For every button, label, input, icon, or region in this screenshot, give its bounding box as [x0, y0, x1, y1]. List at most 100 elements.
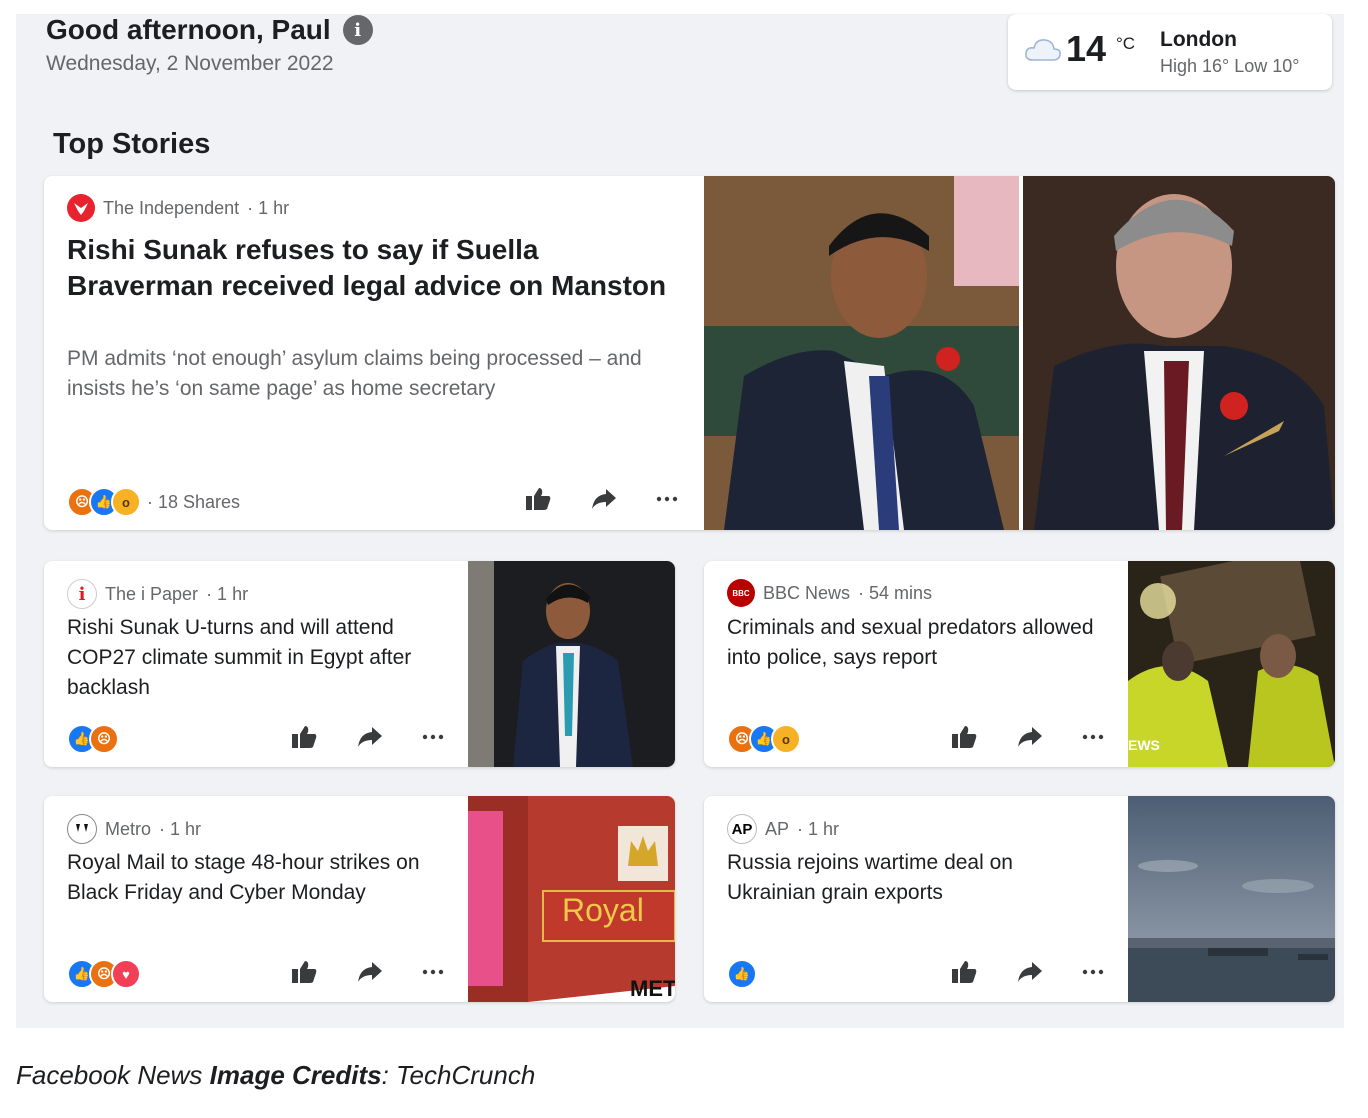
caption-suffix: : TechCrunch [381, 1060, 536, 1090]
story-actions [950, 959, 1104, 985]
story-source: BBC BBC News · 54 mins [727, 579, 932, 607]
story-time: · 1 hr [247, 197, 290, 218]
more-options-button[interactable] [1082, 968, 1104, 976]
share-arrow-icon [592, 489, 616, 509]
story-source: i The i Paper · 1 hr [67, 579, 248, 609]
reaction-summary[interactable]: 👍 ☹ ♥ [67, 959, 141, 989]
share-arrow-icon [358, 727, 382, 747]
ellipsis-icon [422, 734, 444, 740]
story-actions [950, 724, 1104, 750]
story-image[interactable] [704, 176, 1335, 530]
story-card-featured[interactable]: The Independent · 1 hr Rishi Sunak refus… [44, 176, 1335, 530]
weather-city: London [1160, 28, 1237, 51]
share-button[interactable] [590, 487, 618, 511]
source-name[interactable]: The Independent [103, 198, 239, 219]
story-headline[interactable]: Russia rejoins wartime deal on Ukrainian… [727, 848, 1107, 908]
image-caption: Facebook News Image Credits: TechCrunch [16, 1060, 535, 1091]
share-count[interactable]: · 18 Shares [147, 492, 240, 513]
news-panel: Good afternoon, Paul i Wednesday, 2 Nove… [16, 14, 1344, 1028]
love-reaction-icon: ♥ [111, 959, 141, 989]
cloud-icon [1025, 39, 1061, 61]
reaction-summary[interactable]: ☹ 👍 o [727, 724, 801, 754]
source-name[interactable]: The i Paper [105, 584, 198, 605]
story-image[interactable] [468, 561, 675, 767]
more-options-button[interactable] [422, 733, 444, 741]
like-button[interactable] [290, 959, 318, 985]
story-card[interactable]: BBC BBC News · 54 mins Criminals and sex… [704, 561, 1335, 767]
reaction-summary[interactable]: 👍 ☹ [67, 724, 119, 754]
story-actions [290, 959, 444, 985]
thumbs-up-icon [292, 961, 317, 983]
thumbs-up-icon [952, 726, 977, 748]
story-time: · 54 mins [858, 582, 933, 603]
story-headline[interactable]: Royal Mail to stage 48-hour strikes on B… [67, 848, 447, 908]
image-overlay-text: EWS [1128, 737, 1160, 753]
like-button[interactable] [950, 724, 978, 750]
story-source: Metro · 1 hr [67, 814, 201, 844]
bbc-logo: BBC [727, 579, 755, 607]
weather-widget[interactable]: 14 °C London High 16° Low 10° [1008, 14, 1332, 90]
share-button[interactable] [1016, 960, 1044, 984]
image-overlay-text: Royal [562, 892, 644, 928]
reaction-summary[interactable]: ☹ 👍 o · 18 Shares [67, 487, 240, 517]
image-overlay-text-2: MET [630, 976, 675, 1001]
wow-reaction-icon: o [111, 487, 141, 517]
source-name[interactable]: Metro [105, 819, 151, 840]
story-source: AP AP · 1 hr [727, 814, 839, 844]
greeting-row: Good afternoon, Paul i [46, 14, 373, 46]
source-name[interactable]: AP [765, 819, 789, 840]
thumbs-up-icon [952, 961, 977, 983]
thumbs-up-icon [292, 726, 317, 748]
story-headline[interactable]: Rishi Sunak U-turns and will attend COP2… [67, 613, 447, 703]
story-headline[interactable]: Rishi Sunak refuses to say if Suella Bra… [67, 232, 667, 304]
like-button[interactable] [524, 486, 552, 512]
story-card[interactable]: i The i Paper · 1 hr Rishi Sunak U-turns… [44, 561, 675, 767]
like-button[interactable] [950, 959, 978, 985]
section-title: Top Stories [53, 128, 211, 160]
ellipsis-icon [422, 969, 444, 975]
temperature-value: 14 [1066, 28, 1107, 69]
story-actions [290, 724, 444, 750]
wow-reaction-icon: o [771, 724, 801, 754]
current-date: Wednesday, 2 November 2022 [46, 52, 334, 75]
angry-reaction-icon: ☹ [89, 724, 119, 754]
story-image[interactable] [1128, 796, 1335, 1002]
ellipsis-icon [656, 496, 678, 502]
caption-prefix: Facebook News [16, 1060, 210, 1090]
story-time: · 1 hr [797, 818, 840, 839]
reaction-summary[interactable]: 👍 [727, 959, 757, 989]
story-source: The Independent · 1 hr [67, 194, 289, 222]
like-button[interactable] [290, 724, 318, 750]
story-card[interactable]: AP AP · 1 hr Russia rejoins wartime deal… [704, 796, 1335, 1002]
ellipsis-icon [1082, 734, 1104, 740]
share-arrow-icon [358, 962, 382, 982]
ellipsis-icon [1082, 969, 1104, 975]
ap-logo: AP [727, 814, 757, 844]
metro-logo [67, 814, 97, 844]
story-card[interactable]: Metro · 1 hr Royal Mail to stage 48-hour… [44, 796, 675, 1002]
story-image[interactable]: Royal MET [468, 796, 675, 1002]
like-reaction-icon: 👍 [727, 959, 757, 989]
temperature-unit: °C [1116, 34, 1136, 53]
thumbs-up-icon [526, 488, 551, 510]
share-button[interactable] [1016, 725, 1044, 749]
greeting-text: Good afternoon, Paul [46, 14, 331, 45]
more-options-button[interactable] [422, 968, 444, 976]
story-time: · 1 hr [206, 583, 249, 604]
info-icon[interactable]: i [342, 15, 373, 45]
weather-high-low: High 16° Low 10° [1160, 56, 1300, 76]
story-image[interactable]: EWS [1128, 561, 1335, 767]
more-options-button[interactable] [656, 495, 678, 503]
story-time: · 1 hr [159, 818, 202, 839]
share-button[interactable] [356, 960, 384, 984]
more-options-button[interactable] [1082, 733, 1104, 741]
ipaper-logo: i [67, 579, 97, 609]
story-actions [524, 486, 678, 512]
source-name[interactable]: BBC News [763, 583, 850, 604]
share-arrow-icon [1018, 727, 1042, 747]
share-arrow-icon [1018, 962, 1042, 982]
independent-logo [67, 194, 95, 222]
share-button[interactable] [356, 725, 384, 749]
story-subtitle: PM admits ‘not enough’ asylum claims bei… [67, 347, 642, 400]
story-headline[interactable]: Criminals and sexual predators allowed i… [727, 613, 1107, 673]
